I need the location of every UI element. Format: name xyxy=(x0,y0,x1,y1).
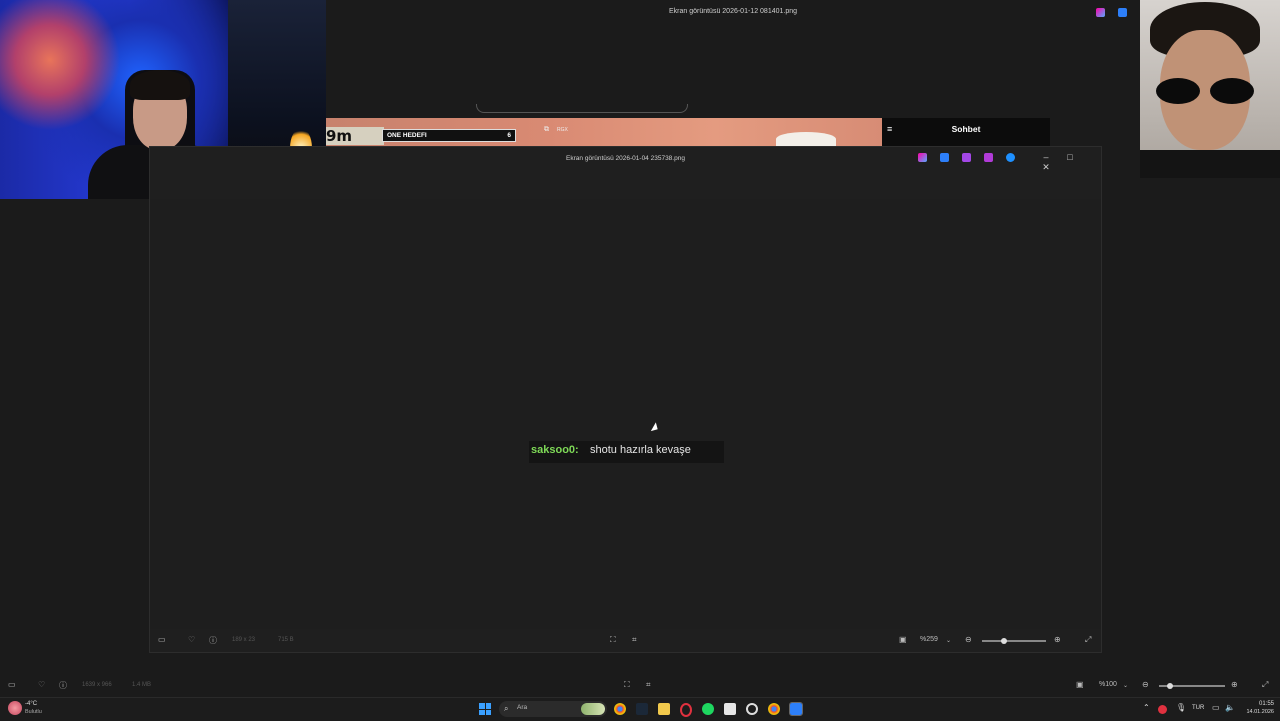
back-window-title: Ekran görüntüsü 2026-01-12 081401.png xyxy=(668,8,798,15)
search-icon: ⌕ xyxy=(504,704,509,713)
edit-icon[interactable] xyxy=(940,153,949,162)
clock-date[interactable]: 14.01.2026 xyxy=(1236,709,1274,715)
fullscreen-icon[interactable]: ⤢ xyxy=(1262,680,1268,690)
zoom-out-icon[interactable]: ⊖ xyxy=(965,635,972,644)
search-box[interactable]: ⌕ Ara xyxy=(499,701,607,717)
opera-icon[interactable] xyxy=(680,703,692,717)
chat-title: Sohbet xyxy=(951,124,981,134)
spotify-icon[interactable] xyxy=(702,703,714,715)
file-size: 1.4 MB xyxy=(132,682,152,688)
monitor-icon[interactable]: ▭ xyxy=(1212,703,1220,712)
webcam-right xyxy=(1140,0,1280,178)
info-icon[interactable]: ⓘ xyxy=(209,635,217,646)
start-icon[interactable] xyxy=(479,703,491,715)
file-explorer-icon[interactable] xyxy=(658,703,670,715)
copy-icon: ⧉ xyxy=(544,126,549,133)
front-bottom-bar: ▭ ♡ ⓘ 189 x 23 715 B ⛶ ⌗ ▣ %259 ⌄ ⊖ ⊕ ⤢ xyxy=(150,629,1101,652)
chrome-profile-icon[interactable] xyxy=(768,703,780,715)
zoom-level[interactable]: %259 xyxy=(920,636,938,643)
goal-label: ONE HEDEFI xyxy=(387,132,427,139)
weather-temp: -4°C xyxy=(25,701,38,707)
weather-desc: Bulutlu xyxy=(25,709,42,715)
image-dimensions: 1639 x 966 xyxy=(82,682,112,688)
app-icon[interactable] xyxy=(724,703,736,715)
chat-panel: ≡ Sohbet xyxy=(882,118,1050,146)
designer-icon[interactable] xyxy=(962,153,971,162)
filmstrip-icon[interactable]: ▭ xyxy=(8,680,16,689)
maximize-icon[interactable]: □ xyxy=(1058,152,1082,162)
stream-timer: 9m 43s xyxy=(326,127,384,146)
weather-icon[interactable] xyxy=(8,701,22,715)
fit-window-icon[interactable]: ▣ xyxy=(899,635,907,644)
search-highlight-icon xyxy=(581,703,605,715)
front-photos-window: Ekran görüntüsü 2026-01-04 235738.png – □… xyxy=(149,146,1102,653)
chat-message-image: saksoo0: shotu hazırla kevaşe xyxy=(529,441,724,463)
taskbar: -4°C Bulutlu ⌕ Ara ⌃ 🎙 TUR ▭ 🔈 01:55 14.… xyxy=(0,697,1280,721)
goal-count: 6 xyxy=(507,132,511,139)
back-bottom-bar: ▭ ♡ ⓘ 1639 x 966 1.4 MB ⛶ ⌗ ▣ %100 ⌄ ⊖ ⊕… xyxy=(0,674,1280,696)
info-icon[interactable]: ⓘ xyxy=(59,680,67,691)
clock-time[interactable]: 01:55 xyxy=(1250,701,1274,707)
photos-icon[interactable] xyxy=(789,702,803,716)
zoom-slider[interactable] xyxy=(982,640,1046,642)
microphone-icon[interactable]: 🎙 xyxy=(1176,703,1186,712)
back-window-titlebar: Ekran görüntüsü 2026-01-12 081401.png xyxy=(326,0,1140,26)
minimize-icon[interactable]: – xyxy=(1034,152,1058,162)
obs-icon[interactable] xyxy=(746,703,758,715)
zoom-slider-knob[interactable] xyxy=(1167,683,1173,689)
fullscreen-icon[interactable]: ⤢ xyxy=(1085,635,1091,645)
crop-icon[interactable]: ⌗ xyxy=(632,635,637,645)
zoom-dropdown-icon[interactable]: ⌄ xyxy=(1123,682,1128,689)
zoom-in-icon[interactable]: ⊕ xyxy=(1054,635,1061,644)
filmstrip-icon[interactable]: ▭ xyxy=(158,635,166,644)
tray-app-icon[interactable] xyxy=(1158,705,1167,714)
clipchamp-icon[interactable] xyxy=(984,153,993,162)
stream-overlay-strip: 9m 43s ONE HEDEFI 6 ⧉ RGX xyxy=(326,118,882,146)
image-canvas[interactable]: saksoo0: shotu hazırla kevaşe xyxy=(150,199,1101,629)
window-controls: – □✕ xyxy=(1034,152,1101,173)
stream-top-pill xyxy=(476,104,688,113)
strip-icons: ⧉ RGX xyxy=(544,126,584,138)
crop-icon[interactable]: ⌗ xyxy=(646,680,651,690)
fit-icon[interactable]: ⛶ xyxy=(610,635,616,645)
volume-icon[interactable]: 🔈 xyxy=(1225,703,1235,712)
favorite-icon[interactable]: ♡ xyxy=(38,680,45,689)
copilot-icon[interactable] xyxy=(1096,8,1105,17)
zoom-out-icon[interactable]: ⊖ xyxy=(1142,680,1149,689)
fit-window-icon[interactable]: ▣ xyxy=(1076,680,1084,689)
fit-icon[interactable]: ⛶ xyxy=(624,680,630,690)
language-indicator[interactable]: TUR xyxy=(1192,705,1204,711)
steam-icon[interactable] xyxy=(636,703,648,715)
zoom-dropdown-icon[interactable]: ⌄ xyxy=(946,637,951,644)
zoom-in-icon[interactable]: ⊕ xyxy=(1231,680,1238,689)
favorite-icon[interactable]: ♡ xyxy=(188,635,195,644)
copilot-icon[interactable] xyxy=(918,153,927,162)
front-window-title: Ekran görüntüsü 2026-01-04 235738.png xyxy=(566,155,685,162)
image-dimensions: 189 x 23 xyxy=(232,637,256,643)
chat-username: saksoo0: xyxy=(531,444,579,456)
onedrive-icon[interactable] xyxy=(1006,153,1015,162)
zoom-level[interactable]: %100 xyxy=(1099,681,1117,688)
bowl-shape xyxy=(776,132,836,146)
zoom-slider-knob[interactable] xyxy=(1001,638,1007,644)
search-placeholder: Ara xyxy=(517,704,528,711)
chat-text: shotu hazırla kevaşe xyxy=(590,444,691,456)
close-icon[interactable]: ✕ xyxy=(1034,162,1058,173)
chevron-up-icon[interactable]: ⌃ xyxy=(1143,703,1150,712)
rgx-badge: RGX xyxy=(556,127,568,133)
chrome-icon[interactable] xyxy=(614,703,626,715)
file-size: 715 B xyxy=(278,637,294,643)
goal-bar: ONE HEDEFI 6 xyxy=(382,129,516,142)
edit-icon[interactable] xyxy=(1118,8,1127,17)
